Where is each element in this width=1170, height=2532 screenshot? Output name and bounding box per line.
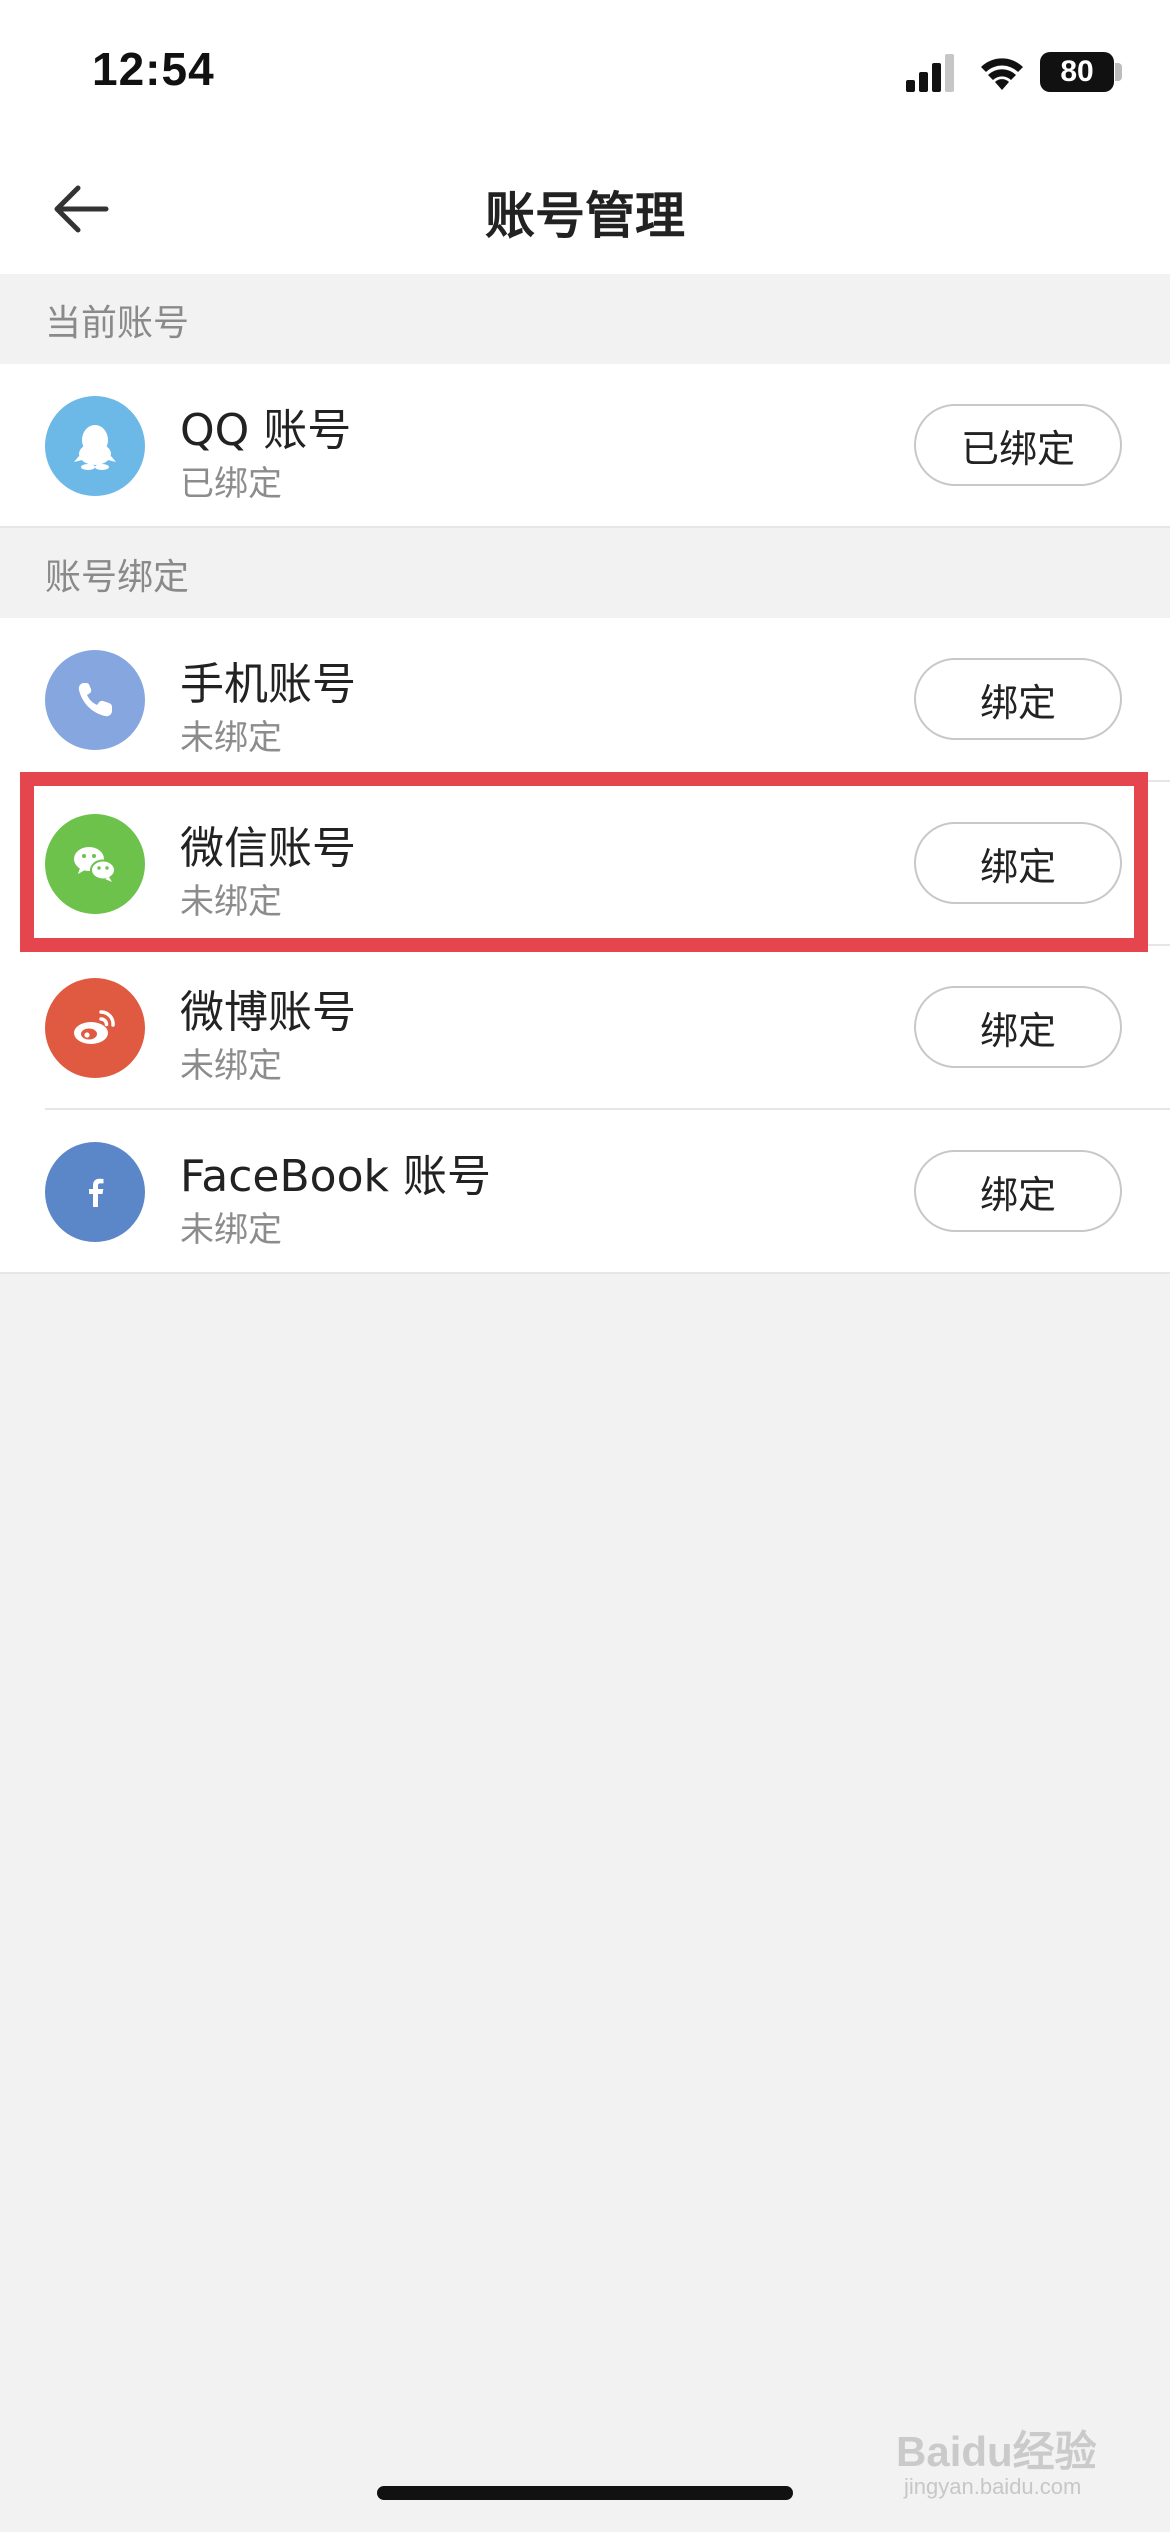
row-divider — [0, 1272, 1170, 1274]
account-row-facebook[interactable]: FaceBook 账号 未绑定 绑定 — [0, 1110, 1170, 1274]
account-status: 未绑定 — [180, 882, 282, 922]
cellular-signal-icon — [906, 54, 954, 92]
account-title: 手机账号 — [180, 659, 356, 710]
account-status: 已绑定 — [180, 464, 282, 504]
watermark-url: jingyan.baidu.com — [904, 2474, 1082, 2499]
account-title: 微信账号 — [180, 823, 356, 874]
account-row-wechat[interactable]: 微信账号 未绑定 绑定 — [0, 782, 1170, 946]
status-time: 12:54 — [92, 43, 215, 95]
wechat-icon — [45, 814, 145, 914]
bind-button[interactable]: 绑定 — [914, 986, 1122, 1068]
account-title: FaceBook 账号 — [180, 1151, 491, 1202]
section-label-current: 当前账号 — [45, 303, 190, 344]
home-indicator — [377, 2486, 793, 2500]
account-row-qq[interactable]: QQ 账号 已绑定 已绑定 — [0, 364, 1170, 528]
battery-cap — [1115, 63, 1122, 81]
nav-bar: 账号管理 — [0, 150, 1170, 274]
wifi-icon — [981, 58, 1023, 90]
battery-level: 80 — [1060, 55, 1094, 88]
facebook-icon — [45, 1142, 145, 1242]
account-title: 微博账号 — [180, 987, 356, 1038]
account-row-phone[interactable]: 手机账号 未绑定 绑定 — [0, 618, 1170, 782]
phone-icon — [45, 650, 145, 750]
bind-button[interactable]: 绑定 — [914, 822, 1122, 904]
bound-button[interactable]: 已绑定 — [914, 404, 1122, 486]
account-status: 未绑定 — [180, 1210, 282, 1250]
account-status: 未绑定 — [180, 1046, 282, 1086]
section-header-current: 当前账号 — [0, 274, 1170, 366]
battery-indicator: 80 — [1040, 52, 1114, 92]
section-label-binding: 账号绑定 — [45, 557, 190, 598]
qq-icon — [45, 396, 145, 496]
account-title: QQ 账号 — [180, 405, 352, 456]
status-bar: 12:54 80 — [0, 0, 1170, 150]
bind-button[interactable]: 绑定 — [914, 1150, 1122, 1232]
account-row-weibo[interactable]: 微博账号 未绑定 绑定 — [0, 946, 1170, 1110]
bind-button[interactable]: 绑定 — [914, 658, 1122, 740]
account-status: 未绑定 — [180, 718, 282, 758]
watermark-logo: Baidu经验 — [896, 2428, 1097, 2475]
weibo-icon — [45, 978, 145, 1078]
section-header-binding: 账号绑定 — [0, 528, 1170, 620]
page-title: 账号管理 — [485, 187, 685, 245]
